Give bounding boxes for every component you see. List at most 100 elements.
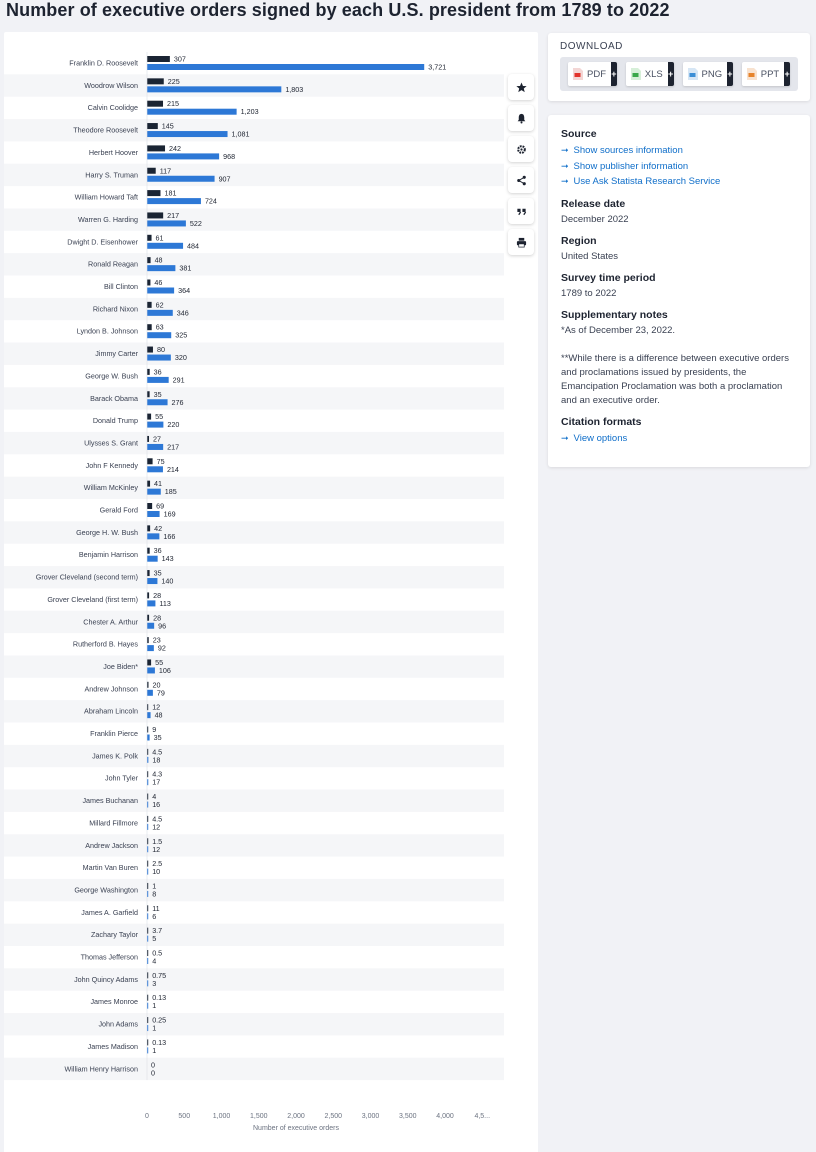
bar-chart: Franklin D. Roosevelt 307 3,721 Woodrow Wil… [4, 52, 504, 1132]
release-section: Release date December 2022 [561, 198, 797, 227]
total-bar [147, 108, 237, 115]
row-stripe [4, 342, 504, 365]
show-sources-link[interactable]: ➞ Show sources information [561, 143, 797, 159]
annual-average-bar [147, 391, 150, 398]
info-panel: Source ➞ Show sources information ➞ Show p… [548, 115, 810, 467]
bell-icon[interactable] [508, 105, 534, 131]
ask-statista-link[interactable]: ➞ Use Ask Statista Research Service [561, 174, 797, 190]
category-label: Warren G. Harding [78, 215, 138, 224]
category-label: James Madison [88, 1042, 138, 1051]
category-label: John Adams [98, 1020, 138, 1029]
region-section: Region United States [561, 235, 797, 264]
row-stripe [4, 834, 504, 857]
total-bar [147, 287, 175, 294]
gear-icon[interactable] [508, 136, 534, 162]
share-icon[interactable] [508, 167, 534, 193]
x-tick-label: 3,000 [362, 1113, 380, 1120]
release-value: December 2022 [561, 213, 629, 225]
arrow-right-icon: ➞ [561, 432, 569, 443]
total-bar [147, 488, 161, 495]
total-bar [147, 242, 184, 249]
category-label: James Buchanan [82, 796, 138, 805]
download-xls-label: XLS [644, 68, 663, 80]
total-data-label: 214 [167, 465, 179, 474]
annual-average-bar [147, 592, 150, 599]
arrow-right-icon: ➞ [561, 176, 569, 186]
category-label: Ulysses S. Grant [84, 438, 138, 447]
annual-data-label: 27 [153, 434, 161, 443]
annual-average-bar [147, 435, 150, 442]
category-label: William Howard Taft [75, 193, 138, 202]
row-stripe [4, 700, 504, 723]
total-bar [147, 265, 176, 272]
total-bar [147, 198, 201, 205]
row-stripe [4, 163, 504, 187]
download-xls-button[interactable]: XLS + [625, 62, 674, 86]
chart-toolbar [508, 74, 536, 260]
notes-text-1: *As of December 23, 2022. [561, 324, 676, 336]
category-label: John Tyler [105, 774, 139, 783]
total-data-label: 325 [175, 331, 187, 340]
quote-icon[interactable] [508, 198, 534, 224]
total-bar [147, 533, 160, 540]
total-data-label: 1 [152, 1001, 156, 1010]
row-stripe [4, 431, 504, 455]
total-bar [147, 645, 154, 652]
category-label: Ronald Reagan [88, 260, 138, 269]
total-data-label: 968 [223, 152, 235, 161]
total-bar [147, 443, 164, 450]
period-section: Survey time period 1789 to 2022 [561, 272, 797, 301]
total-data-label: 140 [161, 577, 173, 586]
category-label: Jimmy Carter [95, 349, 138, 358]
category-label: Woodrow Wilson [84, 81, 138, 90]
view-options-link[interactable]: ➞ View options [561, 431, 797, 447]
total-data-label: 724 [205, 197, 217, 206]
print-icon[interactable] [508, 229, 534, 255]
download-buttons: PDF + XLS + PNG + PPT + [560, 57, 798, 91]
png-file-icon [687, 68, 698, 80]
category-label: William Henry Harrison [65, 1064, 138, 1073]
region-value: United States [561, 250, 619, 262]
ppt-file-icon [746, 68, 757, 80]
show-publisher-link[interactable]: ➞ Show publisher information [561, 159, 797, 175]
annual-data-label: 145 [162, 122, 174, 131]
total-data-label: 18 [152, 755, 160, 764]
category-label: Franklin Pierce [90, 729, 138, 738]
total-bar [147, 153, 220, 160]
category-label: John Quincy Adams [74, 975, 138, 984]
annual-data-label: 35 [154, 569, 162, 578]
category-label: Benjamin Harrison [79, 550, 138, 559]
category-label: Donald Trump [93, 416, 138, 425]
download-ppt-button[interactable]: PPT + [741, 62, 790, 86]
annual-data-label: 215 [167, 99, 179, 108]
annual-average-bar [147, 659, 152, 666]
annual-data-label: 217 [167, 211, 179, 220]
download-png-button[interactable]: PNG + [682, 62, 733, 86]
total-data-label: 17 [152, 778, 160, 787]
annual-average-bar [147, 503, 153, 509]
category-label: George H. W. Bush [76, 528, 138, 537]
plus-icon: + [667, 62, 674, 86]
star-icon[interactable] [508, 74, 534, 100]
annual-average-bar [147, 56, 170, 62]
annual-data-label: 42 [154, 524, 162, 533]
download-ppt-label: PPT [760, 68, 780, 80]
notes-heading: Supplementary notes [561, 308, 668, 321]
total-bar [147, 689, 153, 696]
plus-icon: + [784, 62, 790, 86]
annual-data-label: 225 [168, 77, 180, 86]
total-data-label: 3,721 [428, 63, 446, 72]
category-label: Chester A. Arthur [83, 617, 138, 626]
total-data-label: 907 [219, 174, 231, 183]
total-data-label: 1,081 [232, 130, 250, 139]
total-data-label: 10 [152, 867, 160, 876]
row-stripe [4, 789, 504, 812]
pdf-file-icon [573, 68, 583, 80]
category-label: Zachary Taylor [91, 930, 139, 939]
category-label: Millard Fillmore [89, 818, 138, 827]
total-data-label: 166 [163, 532, 175, 541]
annual-data-label: 307 [174, 55, 186, 64]
total-data-label: 0 [151, 1068, 155, 1077]
category-label: James K. Polk [92, 751, 138, 760]
download-pdf-button[interactable]: PDF + [568, 62, 617, 86]
